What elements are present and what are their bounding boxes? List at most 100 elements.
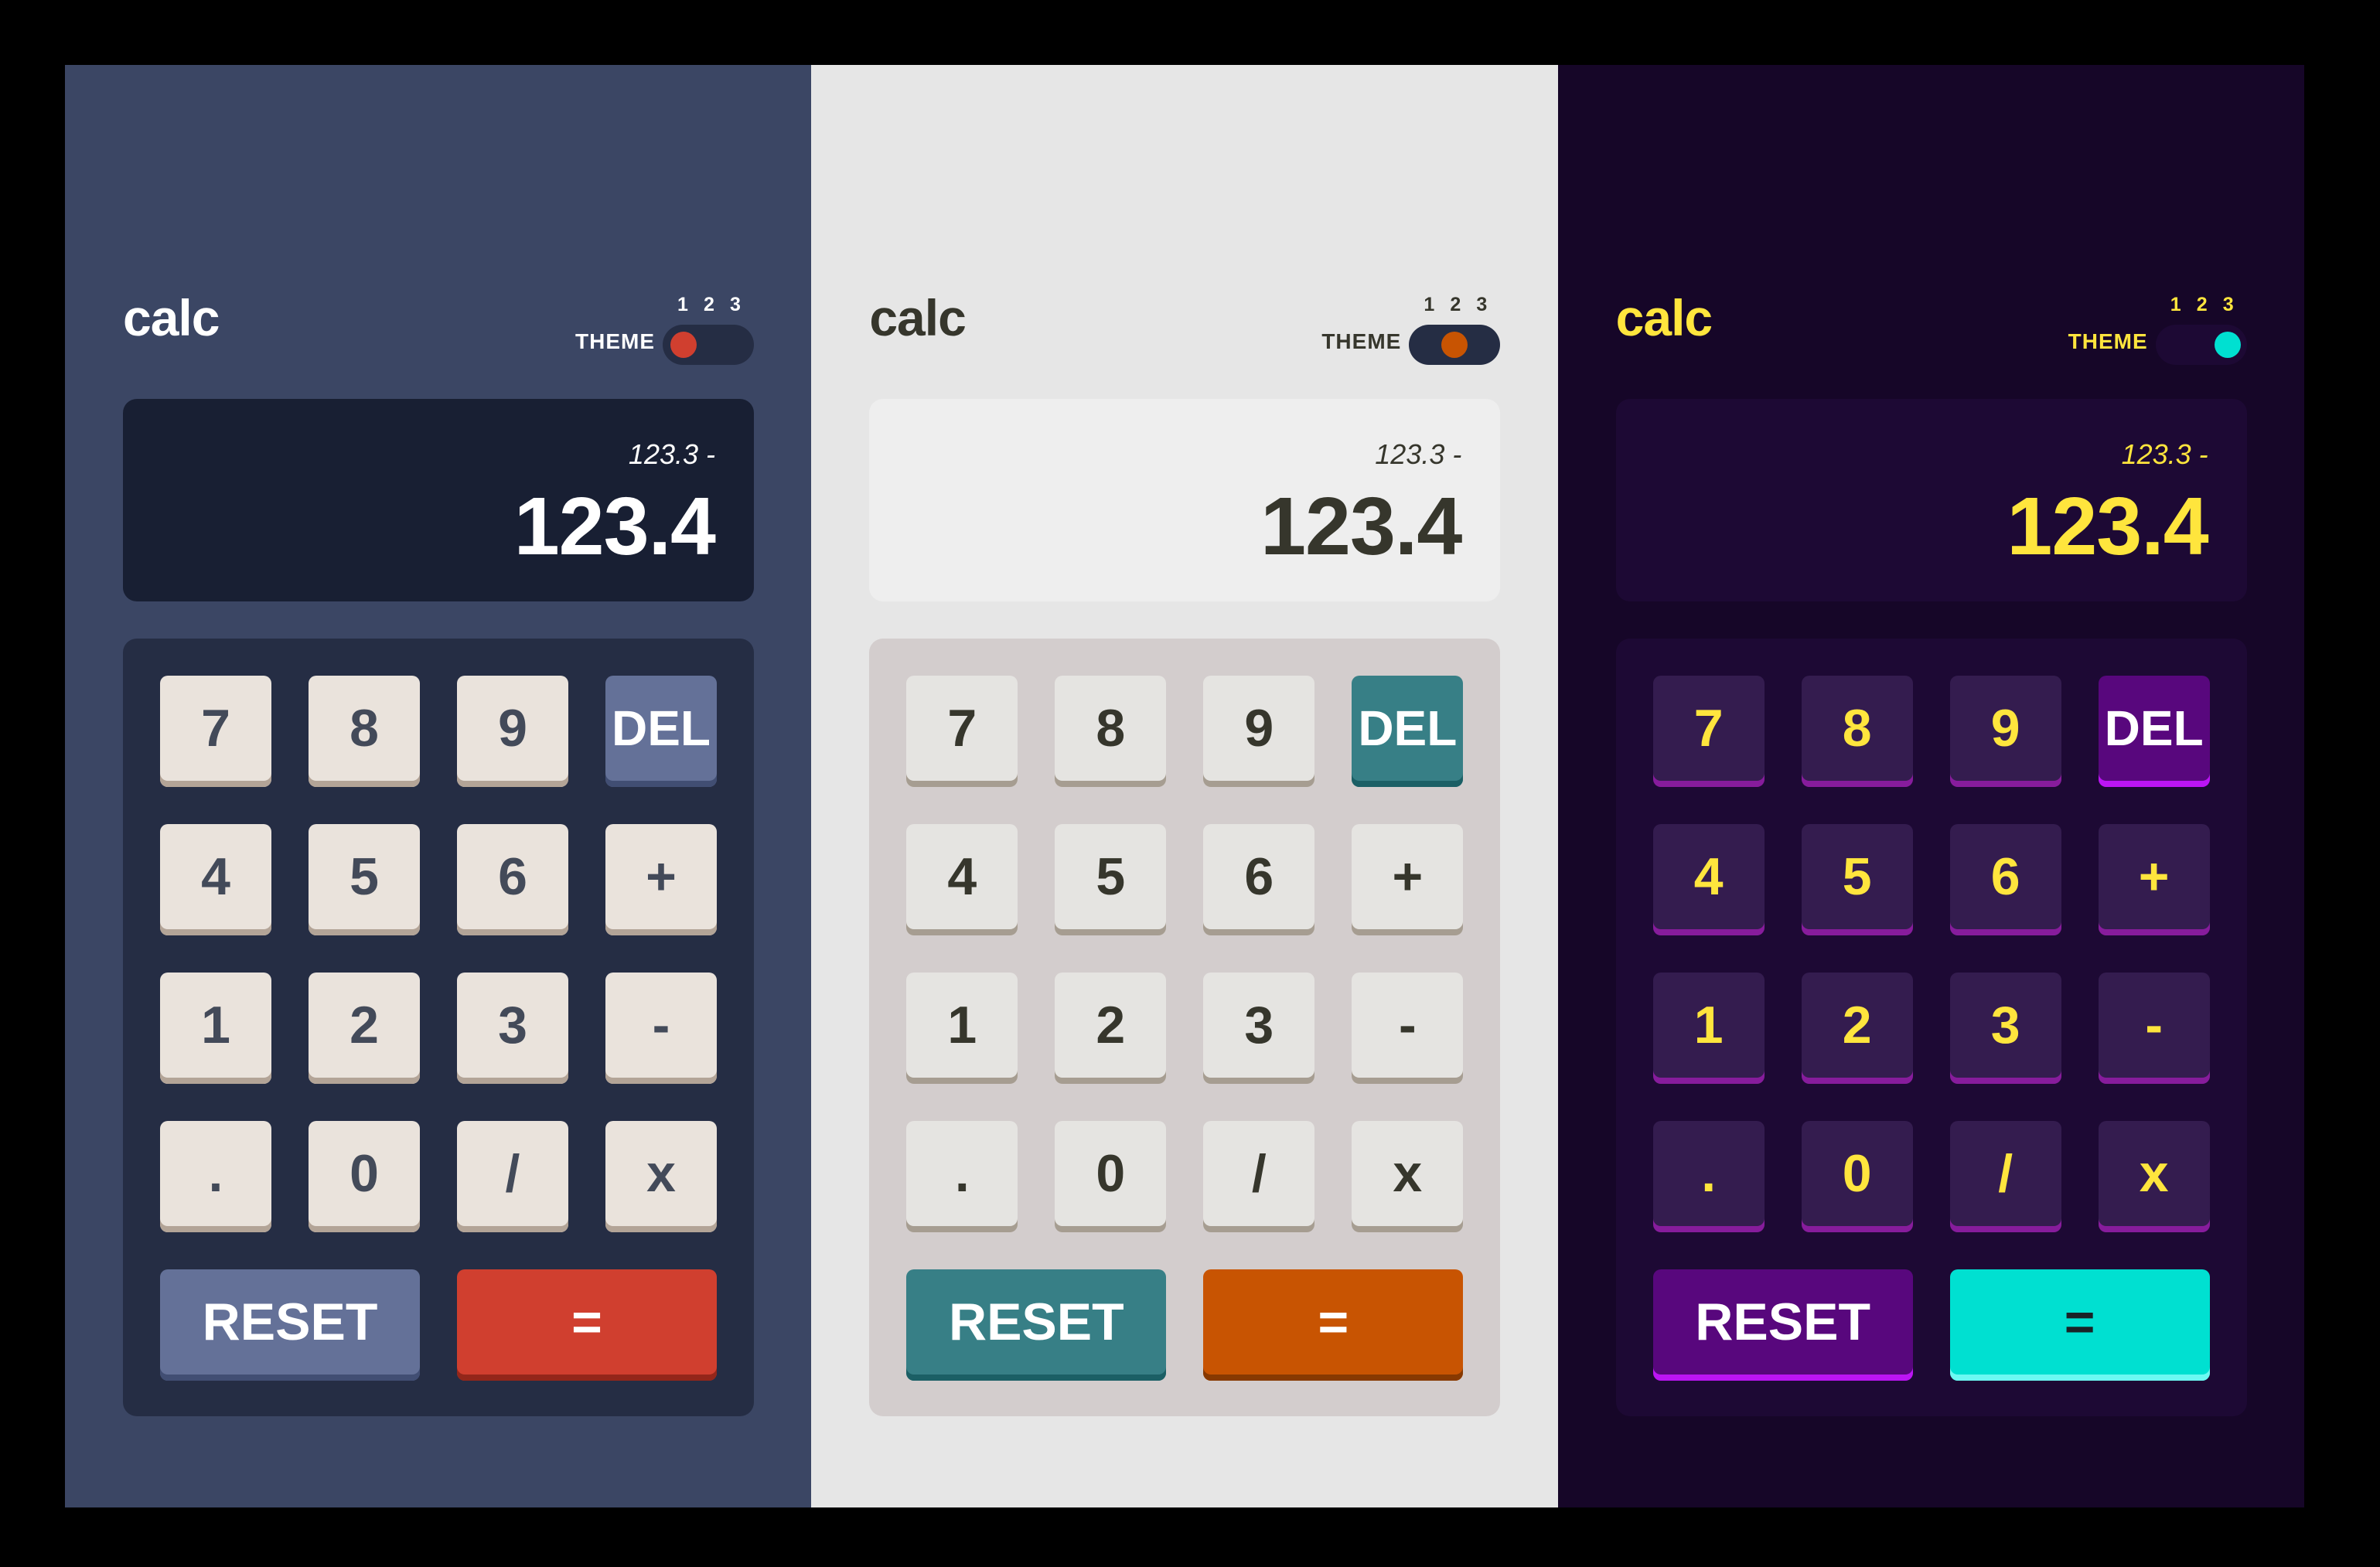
- key-5[interactable]: 5: [309, 824, 420, 935]
- key-4[interactable]: 4: [160, 824, 271, 935]
- theme-label: THEME: [575, 329, 655, 353]
- key-9[interactable]: 9: [457, 676, 568, 787]
- theme-number-1: 1: [677, 294, 688, 315]
- theme-toggle[interactable]: [663, 325, 754, 365]
- key-8[interactable]: 8: [1055, 676, 1167, 787]
- equals-button[interactable]: =: [457, 1269, 717, 1381]
- theme-number-2: 2: [704, 294, 714, 315]
- divide-key[interactable]: /: [1203, 1121, 1315, 1232]
- subtract-key[interactable]: -: [2098, 973, 2210, 1084]
- key-4[interactable]: 4: [1652, 824, 1765, 935]
- key-4[interactable]: 4: [906, 824, 1018, 935]
- current-value: 123.4: [2007, 481, 2208, 572]
- delete-button[interactable]: DEL: [1352, 676, 1464, 787]
- current-value: 123.4: [1260, 481, 1462, 572]
- decimal-key[interactable]: .: [160, 1121, 271, 1232]
- calculator: calc THEME 1 2 3 123.3 - 123.4 7 8 9 DEL…: [1615, 216, 2247, 1416]
- theme-number-3: 3: [730, 294, 741, 315]
- calculator-panel-theme-3: calc THEME 1 2 3 123.3 - 123.4 7 8 9 DEL…: [1557, 65, 2304, 1507]
- theme-toggle-knob[interactable]: [1441, 332, 1468, 358]
- theme-toggle-knob[interactable]: [670, 332, 697, 358]
- keypad: 7 8 9 DEL 4 5 6 + 1 2 3 - . 0 / x RESET …: [1615, 639, 2247, 1416]
- key-grid: 7 8 9 DEL 4 5 6 + 1 2 3 - . 0 / x: [160, 676, 717, 1232]
- subtract-key[interactable]: -: [605, 973, 717, 1084]
- display-screen: 123.3 - 123.4: [1615, 399, 2247, 601]
- key-grid: 7 8 9 DEL 4 5 6 + 1 2 3 - . 0 / x: [906, 676, 1464, 1232]
- key-6[interactable]: 6: [1949, 824, 2061, 935]
- key-1[interactable]: 1: [1652, 973, 1765, 1084]
- theme-toggle-knob[interactable]: [2214, 332, 2241, 358]
- logo: calc: [869, 289, 966, 346]
- decimal-key[interactable]: .: [906, 1121, 1018, 1232]
- key-3[interactable]: 3: [1203, 973, 1315, 1084]
- header: calc THEME 1 2 3: [123, 216, 754, 365]
- keypad: 7 8 9 DEL 4 5 6 + 1 2 3 - . 0 / x RESET …: [123, 639, 754, 1416]
- theme-number-3: 3: [2222, 294, 2234, 315]
- theme-number-3: 3: [1476, 294, 1488, 315]
- key-5[interactable]: 5: [1801, 824, 1913, 935]
- add-key[interactable]: +: [1352, 824, 1464, 935]
- multiply-key[interactable]: x: [605, 1121, 717, 1232]
- previous-operand: 123.3 -: [628, 438, 715, 470]
- delete-button[interactable]: DEL: [2098, 676, 2210, 787]
- bottom-row: RESET =: [160, 1269, 717, 1381]
- header: calc THEME 1 2 3: [1616, 216, 2247, 365]
- key-8[interactable]: 8: [1801, 676, 1913, 787]
- key-0[interactable]: 0: [309, 1121, 420, 1232]
- key-6[interactable]: 6: [1203, 824, 1315, 935]
- key-7[interactable]: 7: [906, 676, 1018, 787]
- theme-number-2: 2: [1450, 294, 1461, 315]
- theme-comparison: calc THEME 1 2 3 123.3 - 123.4 7 8 9 DEL…: [65, 65, 2304, 1507]
- subtract-key[interactable]: -: [1352, 973, 1464, 1084]
- reset-button[interactable]: RESET: [160, 1269, 420, 1381]
- theme-number-1: 1: [2170, 294, 2181, 315]
- current-value: 123.4: [513, 481, 716, 572]
- key-6[interactable]: 6: [457, 824, 568, 935]
- theme-label: THEME: [2068, 329, 2148, 353]
- decimal-key[interactable]: .: [1652, 1121, 1765, 1232]
- key-2[interactable]: 2: [309, 973, 420, 1084]
- add-key[interactable]: +: [2098, 824, 2210, 935]
- key-2[interactable]: 2: [1801, 973, 1913, 1084]
- key-0[interactable]: 0: [1055, 1121, 1167, 1232]
- equals-button[interactable]: =: [1949, 1269, 2210, 1381]
- theme-number-1: 1: [1424, 294, 1435, 315]
- key-1[interactable]: 1: [906, 973, 1018, 1084]
- divide-key[interactable]: /: [1949, 1121, 2061, 1232]
- divide-key[interactable]: /: [457, 1121, 568, 1232]
- bottom-row: RESET =: [906, 1269, 1464, 1381]
- key-3[interactable]: 3: [457, 973, 568, 1084]
- key-3[interactable]: 3: [1949, 973, 2061, 1084]
- key-1[interactable]: 1: [160, 973, 271, 1084]
- theme-toggle[interactable]: [1409, 325, 1501, 365]
- previous-operand: 123.3 -: [2121, 438, 2208, 470]
- theme-number-2: 2: [2196, 294, 2208, 315]
- multiply-key[interactable]: x: [2098, 1121, 2210, 1232]
- display-screen: 123.3 - 123.4: [123, 399, 754, 601]
- key-9[interactable]: 9: [1949, 676, 2061, 787]
- display-screen: 123.3 - 123.4: [869, 399, 1501, 601]
- theme-label: THEME: [1321, 329, 1402, 353]
- key-8[interactable]: 8: [309, 676, 420, 787]
- reset-button[interactable]: RESET: [906, 1269, 1167, 1381]
- add-key[interactable]: +: [605, 824, 717, 935]
- theme-numbers: 1 2 3: [1421, 295, 1489, 315]
- calculator: calc THEME 1 2 3 123.3 - 123.4 7 8 9 DEL…: [123, 216, 754, 1416]
- multiply-key[interactable]: x: [1352, 1121, 1464, 1232]
- header: calc THEME 1 2 3: [869, 216, 1501, 365]
- equals-button[interactable]: =: [1203, 1269, 1464, 1381]
- delete-button[interactable]: DEL: [605, 676, 717, 787]
- key-7[interactable]: 7: [160, 676, 271, 787]
- calculator-panel-theme-1: calc THEME 1 2 3 123.3 - 123.4 7 8 9 DEL…: [65, 65, 812, 1507]
- calculator-panel-theme-2: calc THEME 1 2 3 123.3 - 123.4 7 8 9 DEL…: [811, 65, 1558, 1507]
- key-7[interactable]: 7: [1652, 676, 1765, 787]
- theme-numbers: 1 2 3: [675, 295, 743, 315]
- key-2[interactable]: 2: [1055, 973, 1167, 1084]
- theme-toggle[interactable]: [2155, 325, 2247, 365]
- key-9[interactable]: 9: [1203, 676, 1315, 787]
- reset-button[interactable]: RESET: [1652, 1269, 1913, 1381]
- key-0[interactable]: 0: [1801, 1121, 1913, 1232]
- logo: calc: [123, 289, 220, 346]
- key-5[interactable]: 5: [1055, 824, 1167, 935]
- logo: calc: [1615, 289, 1713, 346]
